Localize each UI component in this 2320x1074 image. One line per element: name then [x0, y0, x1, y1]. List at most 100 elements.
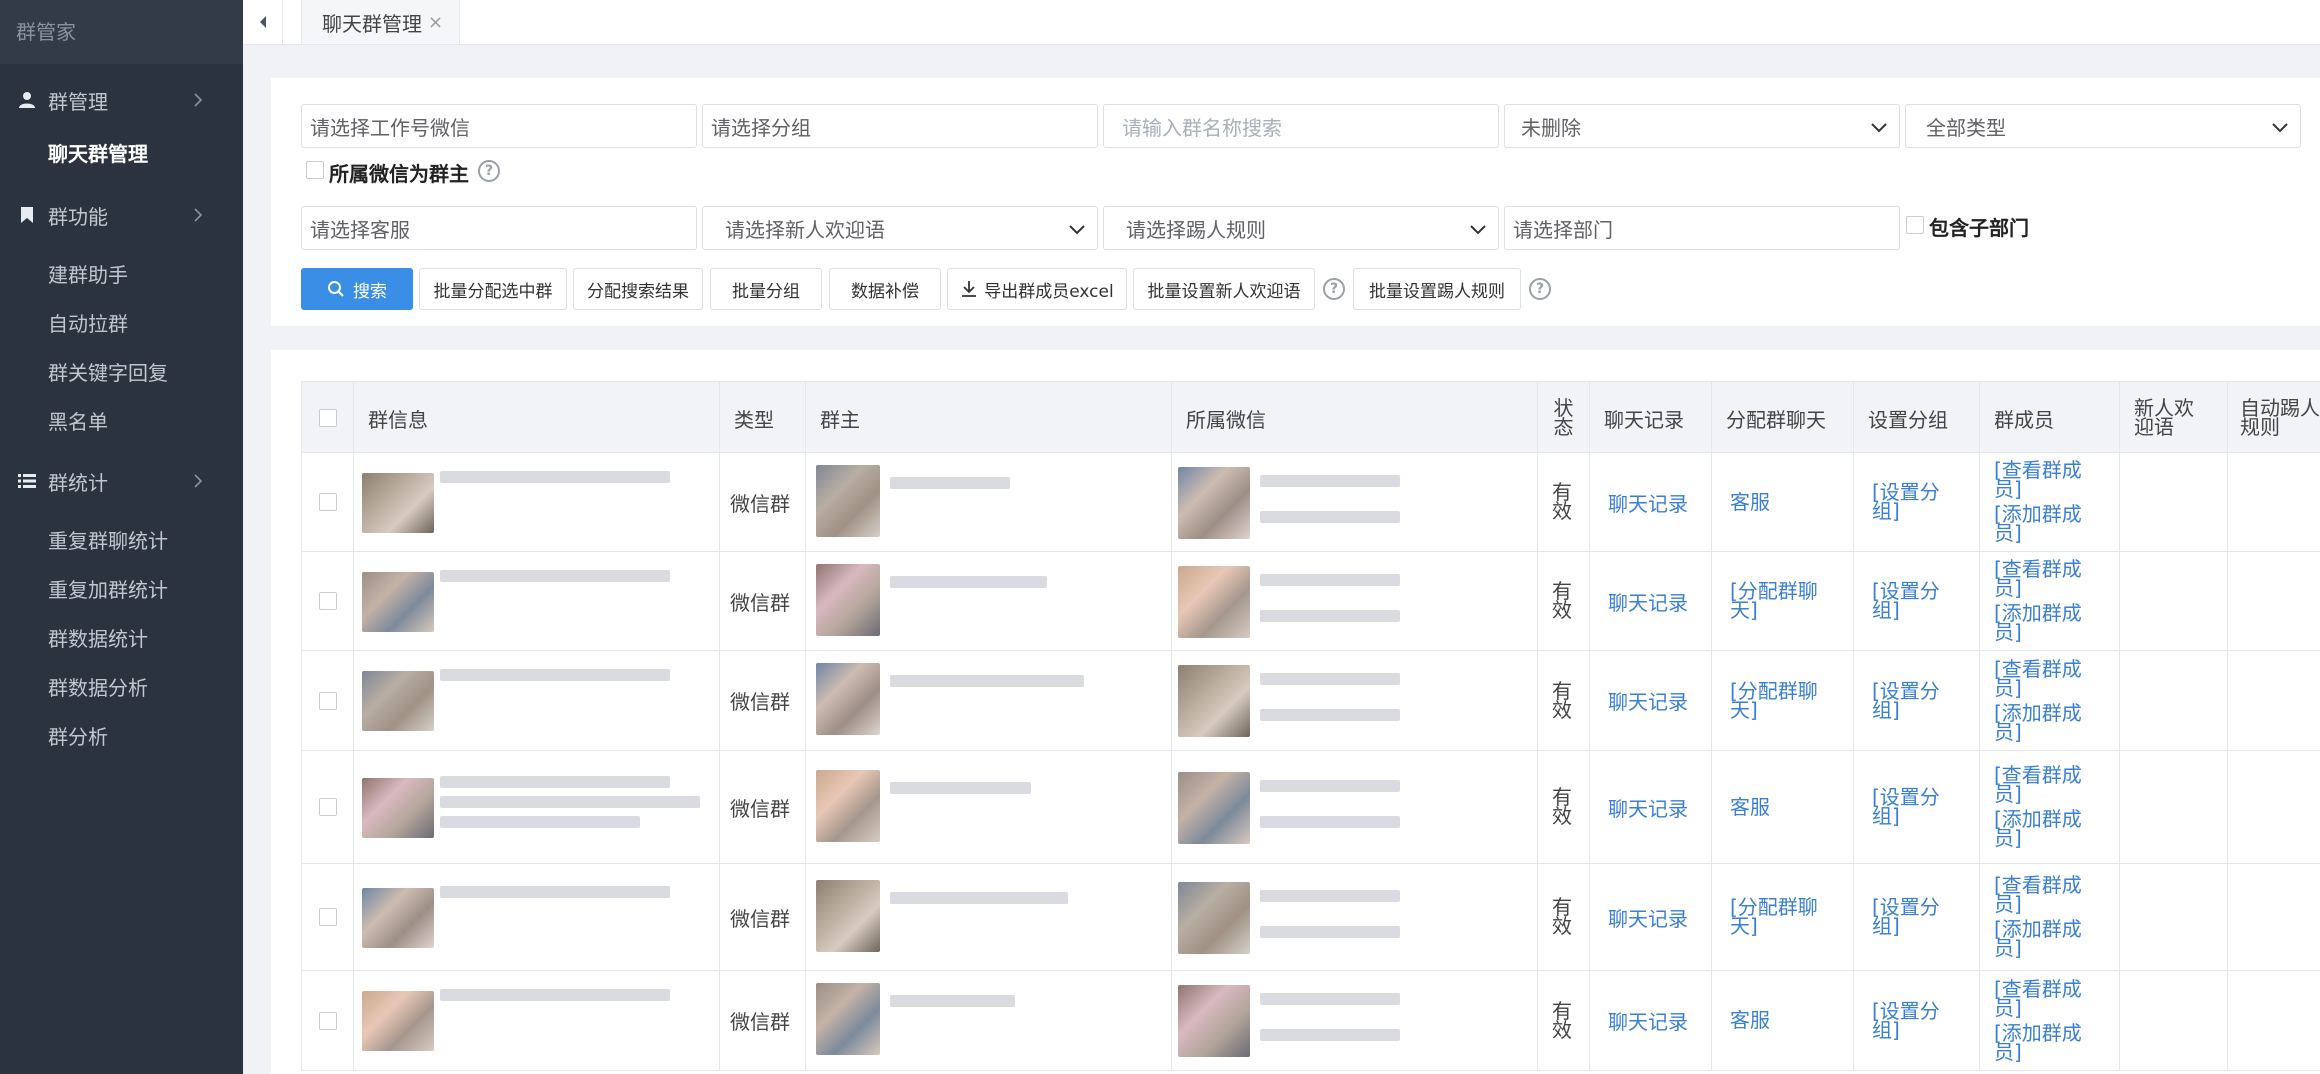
- help-icon[interactable]: ?: [1529, 278, 1551, 300]
- members-links: [查看群成员] [添加群成员]: [1994, 460, 2105, 543]
- setgroup-cell: [设置分组]: [1854, 651, 1980, 750]
- cs-select[interactable]: 请选择客服: [301, 206, 697, 250]
- setgroup-cell: [设置分组]: [1854, 453, 1980, 551]
- sub-dept-checkbox[interactable]: [1906, 216, 1924, 234]
- brand-title: 群管家: [0, 0, 243, 64]
- chat-record-link[interactable]: 聊天记录: [1608, 488, 1688, 517]
- set-group-link[interactable]: [设置分组]: [1872, 787, 1961, 826]
- chat-record-link[interactable]: 聊天记录: [1608, 903, 1688, 932]
- sidebar-item-dup-chat-stats[interactable]: 重复群聊统计: [0, 517, 243, 566]
- export-members-button[interactable]: 导出群成员excel: [947, 268, 1127, 310]
- table-row: 微信群 有效 聊天记录 客服 [设置分组] [查看群成员] [添加群成员]: [301, 971, 2320, 1071]
- select-all-checkbox[interactable]: [318, 409, 337, 427]
- sidebar-item-group-mgmt[interactable]: 群管理: [0, 70, 243, 130]
- sidebar-item-group-data-stats[interactable]: 群数据统计: [0, 615, 243, 664]
- sidebar-item-chat-group-mgmt[interactable]: 聊天群管理: [0, 130, 243, 179]
- set-group-link[interactable]: [设置分组]: [1872, 482, 1961, 521]
- sidebar-item-create-group[interactable]: 建群助手: [0, 251, 243, 300]
- sidebar-item-auto-pull[interactable]: 自动拉群: [0, 300, 243, 349]
- sidebar-item-blacklist[interactable]: 黑名单: [0, 398, 243, 447]
- group-type-select[interactable]: 全部类型: [1905, 104, 2301, 148]
- sidebar-item-group-stats[interactable]: 群统计: [0, 451, 243, 511]
- assign-chat-link[interactable]: [分配群聊天]: [1730, 581, 1835, 620]
- row-checkbox[interactable]: [318, 691, 337, 710]
- sidebar: 群管家 群管理 聊天群管理 群功能 建群助手 自动拉群 群关键字回复 黑名单 群…: [0, 0, 243, 1074]
- data-fix-button[interactable]: 数据补偿: [829, 268, 941, 310]
- add-members-link[interactable]: [添加群成员]: [1994, 809, 2105, 848]
- table-header: 群信息 类型 群主 所属微信 状态 聊天记录 分配群聊天 设置分组 群成员 新人…: [301, 381, 2320, 454]
- batch-welcome-button[interactable]: 批量设置新人欢迎语: [1133, 268, 1315, 310]
- chat-record-link[interactable]: 聊天记录: [1608, 686, 1688, 715]
- owner-cell: [806, 453, 1172, 551]
- batch-kick-button[interactable]: 批量设置踢人规则: [1353, 268, 1521, 310]
- wechat-avatar: [1178, 665, 1250, 737]
- assign-chat-link[interactable]: [分配群聊天]: [1730, 681, 1835, 720]
- assign-chat-link[interactable]: 客服: [1730, 1010, 1770, 1030]
- owner-avatar: [816, 769, 880, 842]
- triangle-left-icon: [259, 16, 266, 28]
- row-select-cell: [302, 552, 354, 650]
- group-select[interactable]: 请选择分组: [702, 104, 1098, 148]
- deleted-status-select[interactable]: 未删除: [1504, 104, 1900, 148]
- chat-record-link[interactable]: 聊天记录: [1608, 793, 1688, 822]
- welcome-cell: [2120, 751, 2228, 863]
- view-members-link[interactable]: [查看群成员]: [1994, 659, 2105, 698]
- kick-rule-select[interactable]: 请选择踢人规则: [1103, 206, 1499, 250]
- group-name-redacted: [440, 775, 670, 788]
- row-checkbox[interactable]: [318, 1011, 337, 1030]
- help-icon[interactable]: ?: [478, 160, 500, 182]
- sidebar-item-dup-join-stats[interactable]: 重复加群统计: [0, 566, 243, 615]
- view-members-link[interactable]: [查看群成员]: [1994, 765, 2105, 804]
- add-members-link[interactable]: [添加群成员]: [1994, 703, 2105, 742]
- welcome-select[interactable]: 请选择新人欢迎语: [702, 206, 1098, 250]
- wechat-cell: [1172, 751, 1538, 863]
- sidebar-item-group-analysis[interactable]: 群分析: [0, 713, 243, 762]
- help-icon[interactable]: ?: [1323, 278, 1345, 300]
- owner-checkbox[interactable]: [306, 161, 324, 179]
- view-members-link[interactable]: [查看群成员]: [1994, 875, 2105, 914]
- view-members-link[interactable]: [查看群成员]: [1994, 559, 2105, 598]
- row-select-cell: [302, 453, 354, 551]
- set-group-link[interactable]: [设置分组]: [1872, 1001, 1961, 1040]
- group-name-redacted: [440, 989, 670, 1001]
- assign-chat-link[interactable]: [分配群聊天]: [1730, 897, 1835, 936]
- group-info-cell: [354, 453, 720, 551]
- row-checkbox[interactable]: [318, 908, 337, 926]
- assign-chat-link[interactable]: 客服: [1730, 797, 1770, 817]
- set-group-link[interactable]: [设置分组]: [1872, 897, 1961, 936]
- group-info-cell: [354, 751, 720, 863]
- set-group-link[interactable]: [设置分组]: [1872, 581, 1961, 620]
- wechat-avatar: [1178, 985, 1250, 1057]
- chat-record-link[interactable]: 聊天记录: [1608, 587, 1688, 616]
- assign-results-button[interactable]: 分配搜索结果: [573, 268, 703, 310]
- wechat-select[interactable]: 请选择工作号微信: [301, 104, 697, 148]
- add-members-link[interactable]: [添加群成员]: [1994, 919, 2105, 958]
- add-members-link[interactable]: [添加群成员]: [1994, 603, 2105, 642]
- add-members-link[interactable]: [添加群成员]: [1994, 504, 2105, 543]
- set-group-link[interactable]: [设置分组]: [1872, 681, 1961, 720]
- sidebar-item-group-data-analysis[interactable]: 群数据分析: [0, 664, 243, 713]
- search-button[interactable]: 搜索: [301, 268, 413, 310]
- assign-chat-link[interactable]: 客服: [1730, 492, 1770, 512]
- close-icon[interactable]: ×: [428, 12, 443, 33]
- sidebar-item-group-func[interactable]: 群功能: [0, 185, 243, 245]
- owner-cell: [806, 971, 1172, 1070]
- add-members-link[interactable]: [添加群成员]: [1994, 1023, 2105, 1062]
- view-members-link[interactable]: [查看群成员]: [1994, 979, 2105, 1018]
- assign-cell: 客服: [1712, 751, 1854, 863]
- tab-chat-group-mgmt[interactable]: 聊天群管理 ×: [301, 0, 461, 44]
- wechat-id-redacted: [1260, 925, 1400, 938]
- owner-avatar: [816, 563, 880, 636]
- collapse-button[interactable]: [243, 0, 283, 44]
- row-checkbox[interactable]: [318, 798, 337, 816]
- batch-group-button[interactable]: 批量分组: [710, 268, 822, 310]
- members-cell: [查看群成员] [添加群成员]: [1980, 864, 2120, 970]
- row-checkbox[interactable]: [318, 592, 337, 610]
- sidebar-item-keyword-reply[interactable]: 群关键字回复: [0, 349, 243, 398]
- batch-assign-button[interactable]: 批量分配选中群: [419, 268, 567, 310]
- group-name-search-input[interactable]: 请输入群名称搜索: [1103, 104, 1499, 148]
- view-members-link[interactable]: [查看群成员]: [1994, 460, 2105, 499]
- row-checkbox[interactable]: [318, 493, 337, 511]
- chat-record-link[interactable]: 聊天记录: [1608, 1006, 1688, 1035]
- dept-select[interactable]: 请选择部门: [1504, 206, 1900, 250]
